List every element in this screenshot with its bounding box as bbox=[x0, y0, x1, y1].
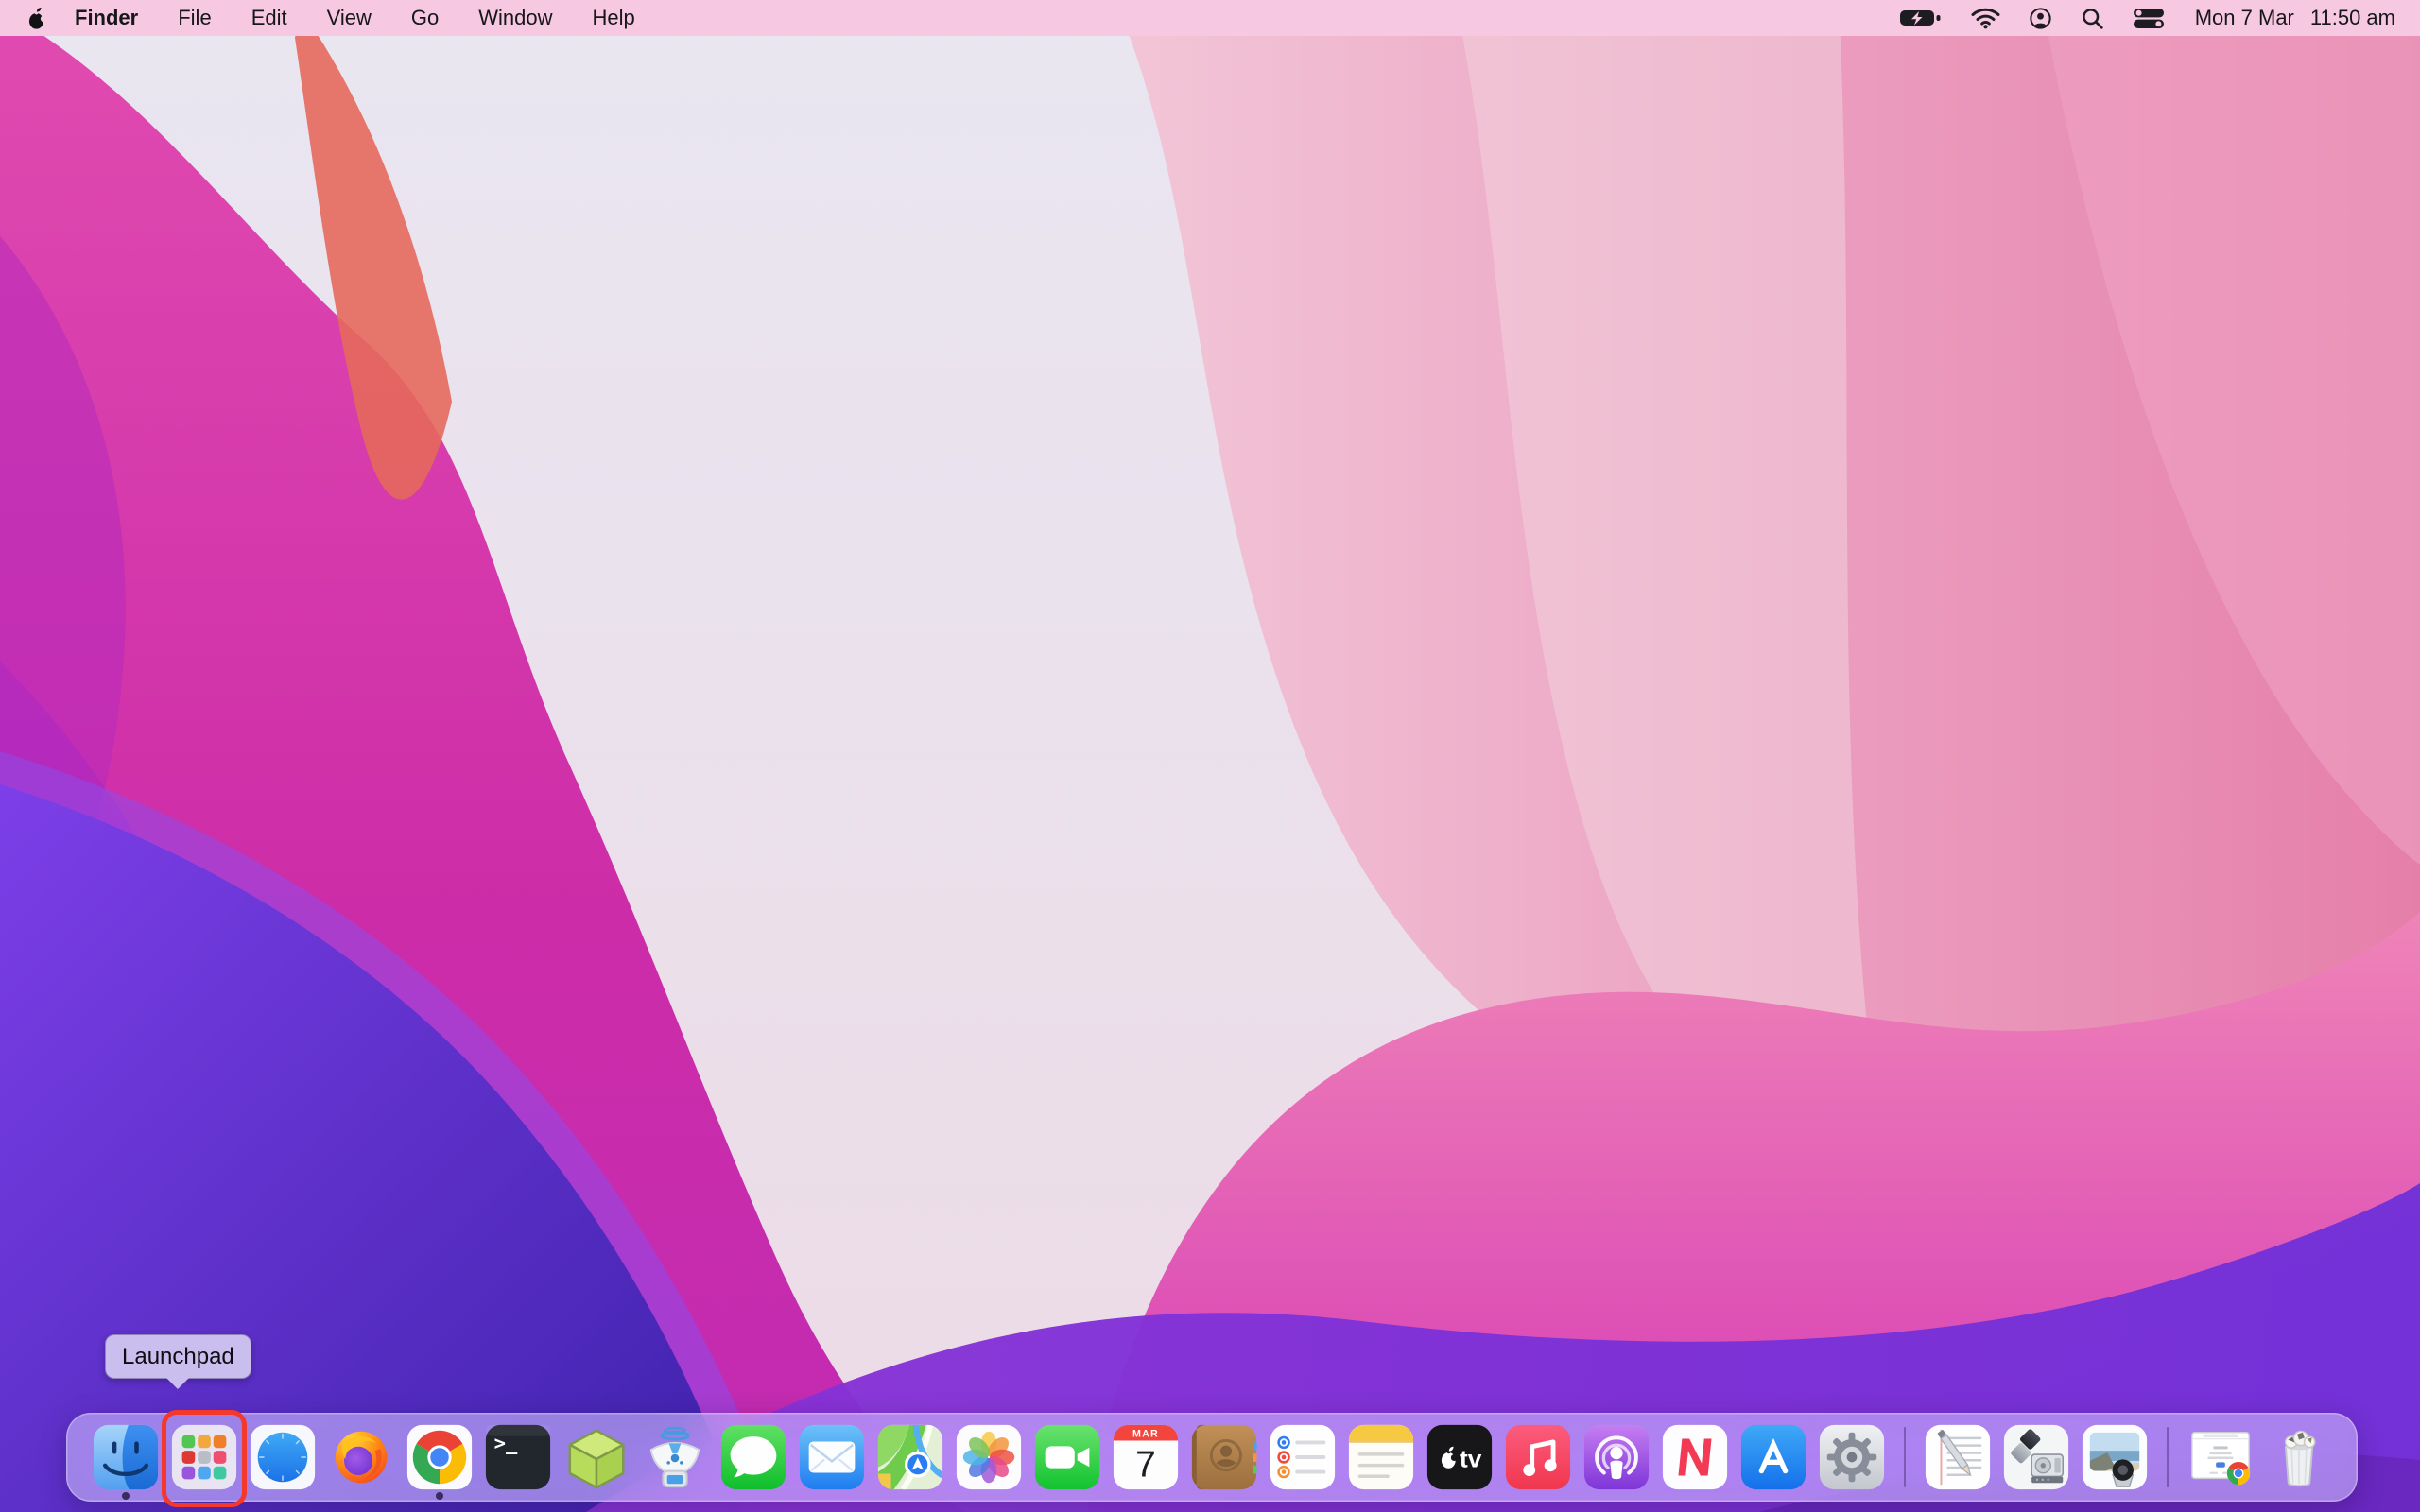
menu-edit[interactable]: Edit bbox=[251, 6, 287, 30]
dock-item-maps[interactable] bbox=[875, 1422, 945, 1492]
dock-item-contacts[interactable] bbox=[1189, 1422, 1259, 1492]
dock-item-facetime[interactable] bbox=[1032, 1422, 1102, 1492]
wifi-icon[interactable] bbox=[1971, 7, 2000, 29]
boot-camp-icon bbox=[2001, 1422, 2071, 1492]
dock-item-photos[interactable] bbox=[954, 1422, 1024, 1492]
dock-item-robot-app[interactable] bbox=[640, 1422, 710, 1492]
dock-item-mail[interactable] bbox=[797, 1422, 867, 1492]
dock-item-app-store[interactable] bbox=[1738, 1422, 1808, 1492]
reminders-icon bbox=[1268, 1422, 1338, 1492]
menu-date: Mon 7 Mar bbox=[2195, 6, 2294, 30]
dock-item-messages[interactable] bbox=[718, 1422, 788, 1492]
dock-item-notes[interactable] bbox=[1346, 1422, 1416, 1492]
chrome-icon bbox=[405, 1422, 475, 1492]
trash-icon bbox=[2264, 1422, 2334, 1492]
dock-item-news[interactable] bbox=[1660, 1422, 1730, 1492]
battery-charging-icon[interactable] bbox=[1899, 8, 1943, 28]
facetime-icon bbox=[1032, 1422, 1102, 1492]
svg-text:7: 7 bbox=[1135, 1444, 1156, 1485]
dock-item-system-preferences[interactable] bbox=[1817, 1422, 1887, 1492]
dock-item-podcasts[interactable] bbox=[1582, 1422, 1651, 1492]
menu-view[interactable]: View bbox=[327, 6, 372, 30]
launchpad-icon bbox=[169, 1422, 239, 1492]
maps-icon bbox=[875, 1422, 945, 1492]
cube-app-icon bbox=[562, 1422, 631, 1492]
menu-window[interactable]: Window bbox=[478, 6, 552, 30]
dock-item-calendar[interactable]: MAR 7 bbox=[1111, 1422, 1181, 1492]
dock-divider bbox=[1904, 1427, 1906, 1487]
dock: >_ MAR 7 tv bbox=[66, 1413, 2358, 1502]
active-app-menu[interactable]: Finder bbox=[75, 6, 138, 30]
messages-icon bbox=[718, 1422, 788, 1492]
menu-clock[interactable]: Mon 7 Mar 11:50 am bbox=[2195, 6, 2395, 30]
firefox-icon bbox=[326, 1422, 396, 1492]
spotlight-search-icon[interactable] bbox=[2081, 7, 2104, 30]
menu-time: 11:50 am bbox=[2310, 6, 2395, 30]
running-indicator bbox=[436, 1492, 443, 1500]
dock-item-chrome[interactable] bbox=[405, 1422, 475, 1492]
tooltip-arrow bbox=[166, 1378, 189, 1389]
dock-item-firefox[interactable] bbox=[326, 1422, 396, 1492]
user-account-icon[interactable] bbox=[2029, 7, 2052, 30]
svg-text:tv: tv bbox=[1460, 1445, 1482, 1473]
menu-file[interactable]: File bbox=[178, 6, 211, 30]
system-preferences-icon bbox=[1817, 1422, 1887, 1492]
safari-icon bbox=[248, 1422, 318, 1492]
finder-icon bbox=[91, 1422, 161, 1492]
minimized-chrome-window-icon bbox=[2186, 1422, 2256, 1492]
menu-help[interactable]: Help bbox=[593, 6, 635, 30]
dock-item-boot-camp[interactable] bbox=[2001, 1422, 2071, 1492]
control-center-icon[interactable] bbox=[2133, 8, 2165, 29]
news-icon bbox=[1660, 1422, 1730, 1492]
wallpaper-image bbox=[0, 0, 2420, 1512]
dock-item-music[interactable] bbox=[1503, 1422, 1573, 1492]
dock-divider bbox=[2167, 1427, 2169, 1487]
apple-tv-icon: tv bbox=[1425, 1422, 1495, 1492]
notes-icon bbox=[1346, 1422, 1416, 1492]
dock-tooltip-label: Launchpad bbox=[122, 1344, 234, 1370]
dock-item-reminders[interactable] bbox=[1268, 1422, 1338, 1492]
terminal-icon: >_ bbox=[483, 1422, 553, 1492]
dock-item-launchpad[interactable] bbox=[169, 1422, 239, 1492]
dock-item-minimized-chrome-window[interactable] bbox=[2186, 1422, 2256, 1492]
mail-icon bbox=[797, 1422, 867, 1492]
textedit-icon bbox=[1923, 1422, 1993, 1492]
dock-item-cube-app[interactable] bbox=[562, 1422, 631, 1492]
svg-text:>_: >_ bbox=[493, 1432, 517, 1454]
app-store-icon bbox=[1738, 1422, 1808, 1492]
calendar-icon: MAR 7 bbox=[1111, 1422, 1181, 1492]
dock-item-finder[interactable] bbox=[91, 1422, 161, 1492]
dock-item-terminal[interactable]: >_ bbox=[483, 1422, 553, 1492]
menu-go[interactable]: Go bbox=[411, 6, 439, 30]
desktop[interactable]: Finder File Edit View Go Window Help Mon 7 Ma… bbox=[0, 0, 2420, 1512]
robot-app-icon bbox=[640, 1422, 710, 1492]
preview-icon bbox=[2080, 1422, 2150, 1492]
svg-text:MAR: MAR bbox=[1132, 1429, 1159, 1440]
podcasts-icon bbox=[1582, 1422, 1651, 1492]
music-icon bbox=[1503, 1422, 1573, 1492]
menu-bar: Finder File Edit View Go Window Help Mon 7 Ma… bbox=[0, 0, 2420, 36]
apple-menu-icon[interactable] bbox=[26, 7, 46, 30]
dock-item-trash[interactable] bbox=[2264, 1422, 2334, 1492]
running-indicator bbox=[122, 1492, 130, 1500]
app-menus: File Edit View Go Window Help bbox=[138, 6, 635, 30]
dock-item-apple-tv[interactable]: tv bbox=[1425, 1422, 1495, 1492]
contacts-icon bbox=[1189, 1422, 1259, 1492]
dock-item-preview[interactable] bbox=[2080, 1422, 2150, 1492]
dock-item-textedit[interactable] bbox=[1923, 1422, 1993, 1492]
dock-item-safari[interactable] bbox=[248, 1422, 318, 1492]
photos-icon bbox=[954, 1422, 1024, 1492]
dock-tooltip: Launchpad bbox=[105, 1334, 251, 1379]
